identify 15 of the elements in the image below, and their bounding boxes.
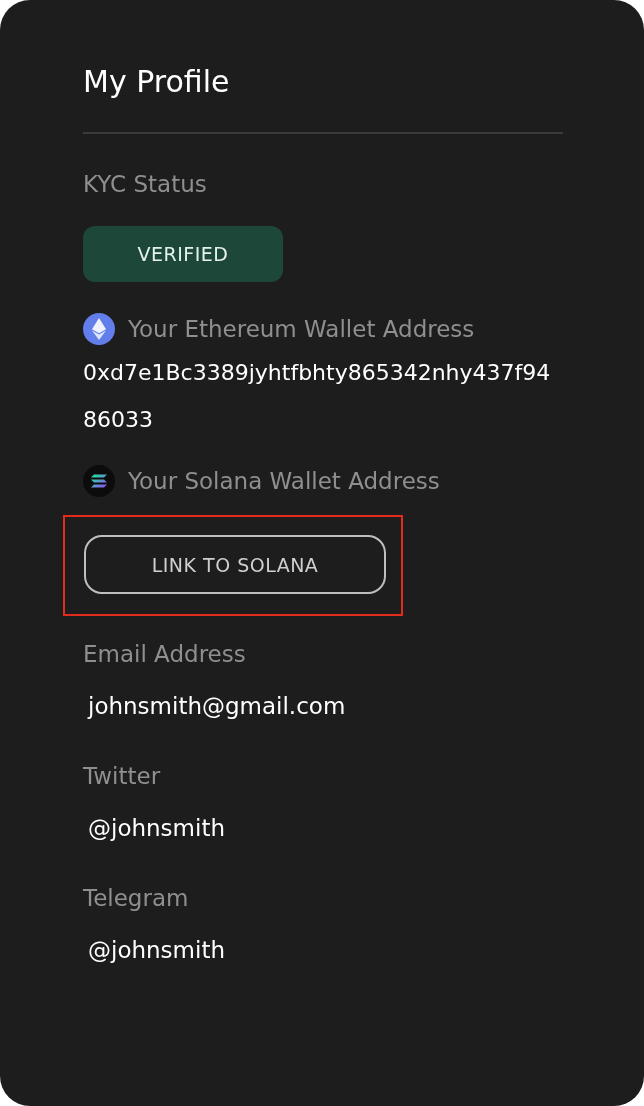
field-label: KYC Status: [83, 170, 208, 199]
ethereum-icon: [83, 313, 115, 345]
page-title: My Profile: [83, 63, 231, 101]
field-label: Email Address: [83, 640, 247, 669]
field-label: Telegram: [83, 884, 190, 913]
status-badge: VERIFIED: [83, 226, 283, 282]
solana-icon: [83, 465, 115, 497]
field-label: Your Ethereum Wallet Address: [128, 315, 475, 344]
field-label: Your Solana Wallet Address: [128, 467, 440, 496]
wallet-address: 0xd7e1Bc3389jyhtfbhty865342nhy437f9486033: [83, 359, 552, 434]
field-value: @johnsmith: [87, 814, 226, 843]
field-label: Twitter: [83, 762, 162, 791]
field-value: johnsmith@gmail.com: [86, 692, 347, 721]
field-value: @johnsmith: [87, 936, 226, 965]
link-solana-button[interactable]: LINK TO SOLANA: [84, 535, 386, 594]
